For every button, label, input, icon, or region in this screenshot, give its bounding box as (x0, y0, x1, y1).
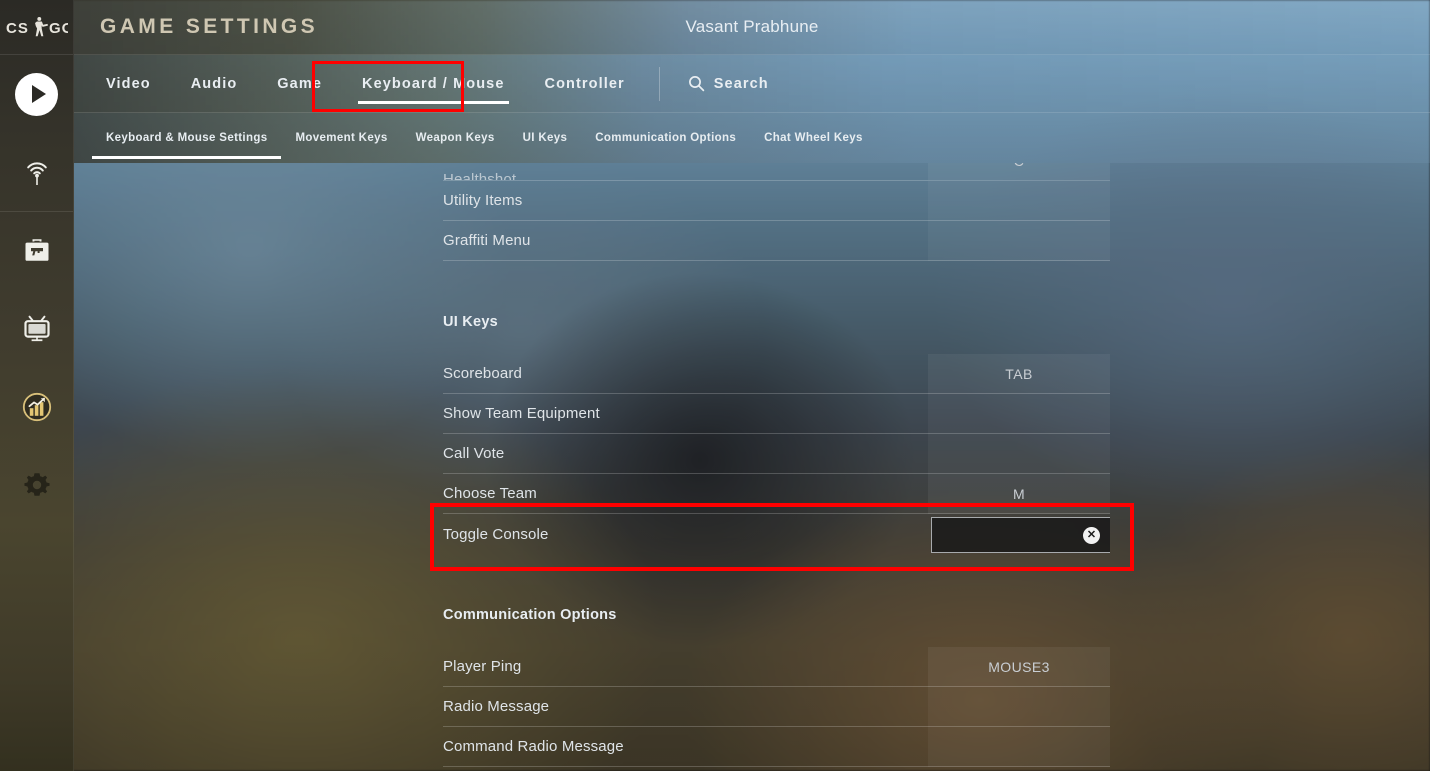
subtab-label: Movement Keys (295, 132, 388, 144)
binding-label: Healthshot (443, 171, 517, 181)
table-row[interactable]: Utility Items (443, 181, 1110, 221)
table-row[interactable]: Choose Team M (443, 474, 1110, 514)
subtab-communication-options[interactable]: Communication Options (581, 113, 750, 163)
subtab-movement-keys[interactable]: Movement Keys (281, 113, 401, 163)
binding-label: Choose Team (443, 485, 537, 502)
settings-list[interactable]: Healthshot C Utility Items Graffiti Menu… (443, 163, 1110, 771)
binding-label: Show Team Equipment (443, 405, 600, 422)
tab-label: Keyboard / Mouse (362, 75, 505, 92)
tab-controller[interactable]: Controller (525, 55, 645, 113)
subtab-label: Communication Options (595, 132, 737, 144)
section-header-ui-keys: UI Keys (443, 314, 498, 330)
search-button[interactable]: Search (668, 55, 789, 113)
table-row[interactable]: Command Radio Message (443, 727, 1110, 767)
csgo-logo-icon: CS GO (6, 17, 68, 37)
search-icon (688, 76, 705, 92)
binding-key[interactable] (928, 434, 1110, 474)
stats-icon (22, 392, 51, 422)
sidebar-item-settings[interactable] (0, 446, 73, 524)
svg-text:CS: CS (6, 20, 29, 37)
section-header-communication-options: Communication Options (443, 607, 617, 623)
table-row[interactable]: Radio Message (443, 687, 1110, 727)
binding-key[interactable] (928, 727, 1110, 767)
binding-label: Scoreboard (443, 365, 523, 382)
binding-key[interactable] (928, 181, 1110, 221)
sidebar-item-stats[interactable] (0, 368, 73, 446)
table-row[interactable]: Healthshot C (443, 163, 1110, 181)
tab-video[interactable]: Video (86, 55, 171, 113)
tab-label: Audio (190, 75, 238, 92)
clear-x-icon[interactable]: ✕ (1083, 526, 1100, 544)
tab-keyboard-mouse[interactable]: Keyboard / Mouse (342, 55, 525, 113)
subtab-ui-keys[interactable]: UI Keys (509, 113, 582, 163)
play-icon (15, 72, 58, 116)
rail-group-play (0, 55, 73, 212)
binding-key[interactable]: MOUSE3 (928, 647, 1110, 687)
binding-label: Radio Message (443, 698, 550, 715)
subtab-keyboard-mouse-settings[interactable]: Keyboard & Mouse Settings (92, 113, 282, 163)
subtab-label: Keyboard & Mouse Settings (106, 132, 268, 144)
tab-underline (358, 100, 509, 104)
tab-label: Controller (544, 75, 625, 92)
binding-key[interactable] (928, 221, 1110, 261)
tab-label: Video (106, 75, 151, 92)
binding-key[interactable]: TAB (928, 354, 1110, 394)
subtab-chat-wheel-keys[interactable]: Chat Wheel Keys (750, 113, 877, 163)
subtab-label: UI Keys (522, 132, 568, 144)
binding-label: Call Vote (443, 445, 505, 462)
binding-label: Player Ping (443, 658, 522, 675)
briefcase-icon (25, 239, 48, 261)
subtab-label: Chat Wheel Keys (764, 132, 863, 144)
subtab-weapon-keys[interactable]: Weapon Keys (402, 113, 509, 163)
left-nav-rail: CS GO (0, 0, 74, 771)
tab-game[interactable]: Game (257, 55, 342, 113)
table-row[interactable]: Player Ping MOUSE3 (443, 647, 1110, 687)
table-row[interactable]: Call Vote (443, 434, 1110, 474)
header-bar: GAME SETTINGS Vasant Prabhune (74, 0, 1430, 55)
binding-key[interactable] (928, 394, 1110, 434)
sidebar-item-watch[interactable] (0, 133, 73, 211)
secondary-tab-bar: Keyboard & Mouse Settings Movement Keys … (74, 113, 1430, 163)
sidebar-item-inventory[interactable] (0, 212, 73, 290)
csgo-logo[interactable]: CS GO (0, 0, 73, 55)
tab-audio[interactable]: Audio (171, 55, 258, 113)
key-bind-input[interactable]: ✕ (931, 517, 1110, 553)
tab-divider (658, 66, 660, 101)
gear-icon (23, 473, 50, 496)
tab-label: Game (277, 75, 322, 92)
binding-key[interactable]: M (928, 474, 1110, 514)
primary-tab-bar: Video Audio Game Keyboard / Mouse Contro… (74, 55, 1430, 113)
table-row[interactable]: Show Team Equipment (443, 394, 1110, 434)
subtab-underline (92, 156, 282, 159)
rail-group-main (0, 212, 73, 524)
binding-label: Command Radio Message (443, 738, 624, 755)
binding-key[interactable]: C (928, 163, 1110, 180)
persona-name: Vasant Prabhune (685, 17, 819, 36)
binding-key[interactable] (928, 687, 1110, 727)
tv-icon (23, 315, 50, 342)
binding-label: Toggle Console (443, 525, 549, 543)
search-label: Search (713, 75, 769, 92)
broadcast-icon (26, 162, 47, 185)
table-row[interactable]: Graffiti Menu (443, 221, 1110, 261)
subtab-label: Weapon Keys (415, 132, 495, 144)
table-row-toggle-console[interactable]: Toggle Console ✕ (443, 514, 1110, 554)
sidebar-item-play[interactable] (0, 55, 73, 133)
table-row[interactable]: Scoreboard TAB (443, 354, 1110, 394)
binding-label: Graffiti Menu (443, 232, 531, 249)
svg-text:GO: GO (49, 20, 68, 37)
sidebar-item-tunein[interactable] (0, 290, 73, 368)
binding-label: Utility Items (443, 192, 523, 209)
